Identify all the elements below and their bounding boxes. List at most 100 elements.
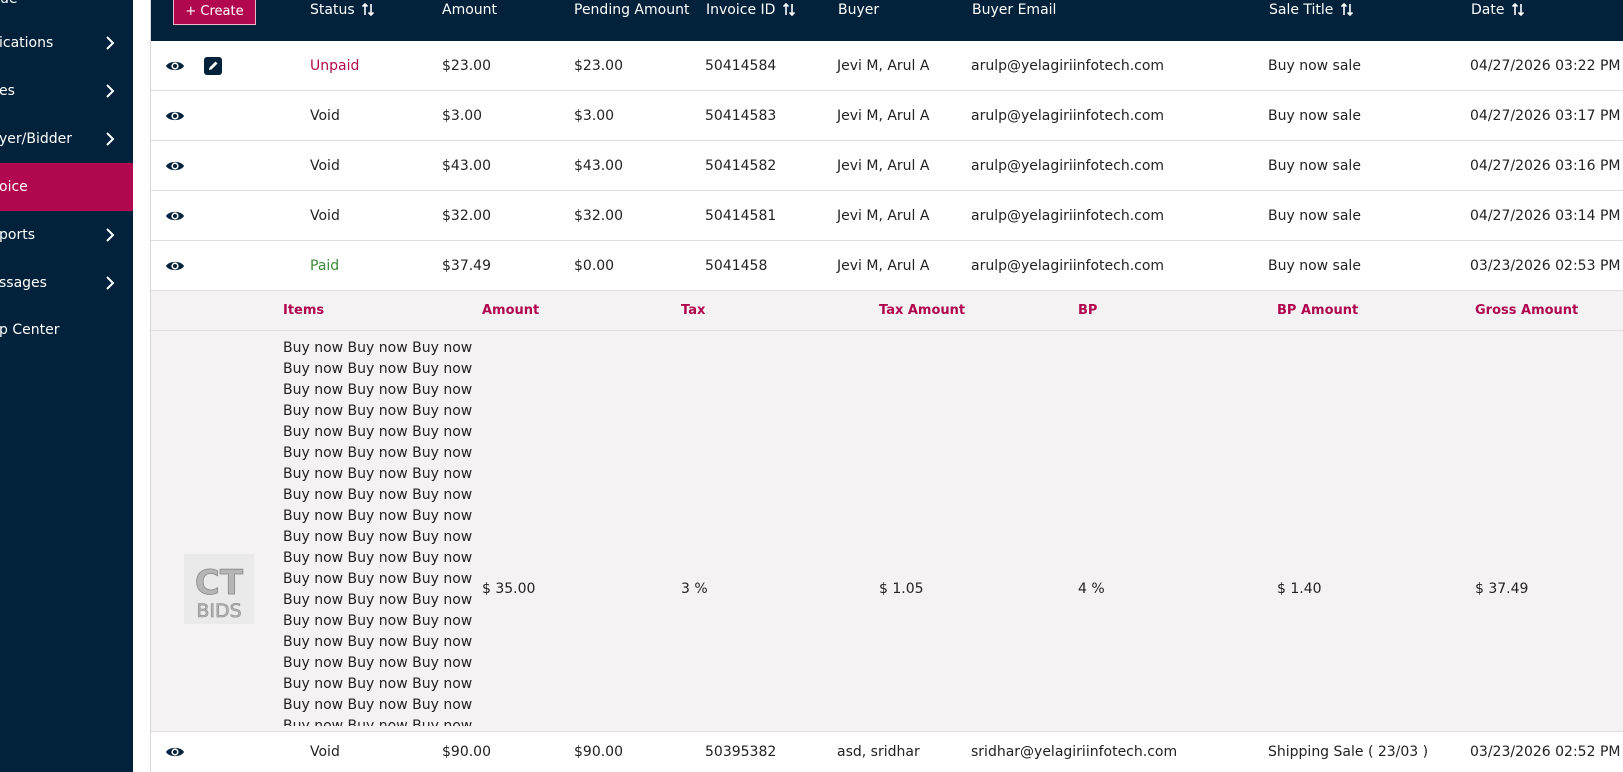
view-eye-icon[interactable] — [165, 258, 185, 274]
buyer-cell: Jevi M, Arul A — [837, 208, 930, 224]
create-button[interactable]: + Create — [173, 0, 256, 25]
header-status[interactable]: Status — [310, 0, 375, 20]
sidebar-item-invoice[interactable]: oice — [0, 163, 133, 211]
detail-header-gross-amount: Gross Amount — [1475, 303, 1579, 318]
buyer-email-cell: arulp@yelagiriinfotech.com — [971, 58, 1165, 74]
sidebar-item-label: ssages — [0, 275, 47, 291]
sale-title-cell: Buy now sale — [1268, 108, 1361, 124]
sidebar-item-messages[interactable]: ssages — [0, 259, 133, 307]
pending-amount-cell: $43.00 — [574, 158, 623, 174]
header-amount: Amount — [442, 2, 498, 18]
invoice-id-cell: 5041458 — [705, 258, 768, 274]
sort-icon — [362, 3, 375, 16]
detail-gross-amount: $ 37.49 — [1475, 581, 1529, 597]
view-eye-icon[interactable] — [165, 744, 185, 760]
pending-amount-cell: $23.00 — [574, 58, 623, 74]
header-label: Date — [1471, 2, 1505, 18]
status-badge: Paid — [310, 258, 340, 274]
sidebar-item-applications[interactable]: ications — [0, 19, 133, 67]
sale-title-cell: Buy now sale — [1268, 58, 1361, 74]
edit-icon[interactable] — [204, 57, 222, 75]
sale-title-cell: Shipping Sale ( 23/03 ) — [1268, 744, 1429, 760]
detail-header-bp: BP — [1078, 303, 1098, 318]
detail-bp: 4 % — [1078, 581, 1105, 597]
status-badge: Void — [310, 744, 340, 760]
sidebar-item-label: p Center — [0, 322, 60, 338]
amount-cell: $90.00 — [442, 744, 491, 760]
chevron-right-icon — [106, 132, 115, 146]
table-row: Void $90.00 $90.00 50395382 asd, sridhar… — [151, 732, 1623, 772]
sidebar: ue ications es yer/Bidder oice ports ssa… — [0, 0, 133, 772]
table-header: + Create Status Amount Pending Amount In… — [151, 0, 1623, 41]
sidebar-item-label: ications — [0, 35, 54, 51]
header-invoice-id[interactable]: Invoice ID — [706, 0, 795, 20]
invoice-id-cell: 50414583 — [705, 108, 777, 124]
sidebar-item-label: yer/Bidder — [0, 131, 73, 147]
sale-title-cell: Buy now sale — [1268, 258, 1361, 274]
table-row: Paid $37.49 $0.00 5041458 Jevi M, Arul A… — [151, 241, 1623, 291]
detail-header-tax: Tax — [681, 303, 706, 318]
detail-bp-amount: $ 1.40 — [1277, 581, 1322, 597]
amount-cell: $3.00 — [442, 108, 483, 124]
date-cell: 03/23/2026 02:53 PM IST — [1470, 258, 1623, 274]
date-cell: 04/27/2026 03:16 PM IST — [1470, 158, 1623, 174]
status-badge: Void — [310, 108, 340, 124]
status-badge: Unpaid — [310, 58, 360, 74]
logo-line2: BIDS — [196, 600, 241, 622]
detail-header-tax-amount: Tax Amount — [879, 303, 966, 318]
view-eye-icon[interactable] — [165, 58, 185, 74]
buyer-email-cell: arulp@yelagiriinfotech.com — [971, 208, 1165, 224]
detail-header-items: Items — [283, 303, 325, 318]
amount-cell: $43.00 — [442, 158, 491, 174]
detail-header-bp-amount: BP Amount — [1277, 303, 1359, 318]
invoice-id-cell: 50414584 — [705, 58, 777, 74]
view-eye-icon[interactable] — [165, 158, 185, 174]
detail-tax-amount: $ 1.05 — [879, 581, 924, 597]
table-row: Void $43.00 $43.00 50414582 Jevi M, Arul… — [151, 141, 1623, 191]
date-cell: 04/27/2026 03:22 PM IST — [1470, 58, 1623, 74]
status-badge: Void — [310, 158, 340, 174]
table-row: Void $32.00 $32.00 50414581 Jevi M, Arul… — [151, 191, 1623, 241]
date-cell: 04/27/2026 03:17 PM IST — [1470, 108, 1623, 124]
item-thumbnail: CT BIDS — [184, 554, 254, 624]
invoice-table: + Create Status Amount Pending Amount In… — [150, 0, 1623, 772]
status-badge: Void — [310, 208, 340, 224]
buyer-cell: Jevi M, Arul A — [837, 258, 930, 274]
invoice-item-detail: Items Amount Tax Tax Amount BP BP Amount… — [151, 291, 1623, 732]
sidebar-item-help-center[interactable]: p Center — [0, 306, 133, 354]
sidebar-item-reports[interactable]: ports — [0, 211, 133, 259]
pending-amount-cell: $90.00 — [574, 744, 623, 760]
chevron-right-icon — [106, 84, 115, 98]
header-sale-title[interactable]: Sale Title — [1269, 0, 1353, 20]
sidebar-item-label: ports — [0, 227, 35, 243]
sidebar-item-partial-top[interactable]: ue — [0, 0, 18, 7]
sidebar-item-sales[interactable]: es — [0, 67, 133, 115]
buyer-email-cell: arulp@yelagiriinfotech.com — [971, 258, 1165, 274]
header-label: Invoice ID — [706, 2, 776, 18]
pending-amount-cell: $32.00 — [574, 208, 623, 224]
amount-cell: $23.00 — [442, 58, 491, 74]
header-pending-amount: Pending Amount — [574, 2, 690, 18]
invoice-id-cell: 50414582 — [705, 158, 777, 174]
invoice-id-cell: 50395382 — [705, 744, 777, 760]
logo-line1: CT — [195, 563, 244, 603]
header-buyer: Buyer — [838, 2, 880, 18]
sort-icon — [782, 3, 795, 16]
view-eye-icon[interactable] — [165, 208, 185, 224]
sidebar-item-buyer-bidder[interactable]: yer/Bidder — [0, 115, 133, 163]
header-label: Sale Title — [1269, 2, 1334, 18]
invoice-id-cell: 50414581 — [705, 208, 777, 224]
view-eye-icon[interactable] — [165, 108, 185, 124]
header-date[interactable]: Date — [1471, 0, 1524, 20]
amount-cell: $37.49 — [442, 258, 491, 274]
chevron-right-icon — [106, 228, 115, 242]
table-row: Void $3.00 $3.00 50414583 Jevi M, Arul A… — [151, 91, 1623, 141]
buyer-email-cell: sridhar@yelagiriinfotech.com — [971, 744, 1178, 760]
pending-amount-cell: $3.00 — [574, 108, 615, 124]
sale-title-cell: Buy now sale — [1268, 158, 1361, 174]
app-root: ue ications es yer/Bidder oice ports ssa… — [0, 0, 1623, 772]
amount-cell: $32.00 — [442, 208, 491, 224]
sidebar-item-label: es — [0, 83, 15, 99]
sort-icon — [1511, 3, 1524, 16]
buyer-cell: Jevi M, Arul A — [837, 58, 930, 74]
